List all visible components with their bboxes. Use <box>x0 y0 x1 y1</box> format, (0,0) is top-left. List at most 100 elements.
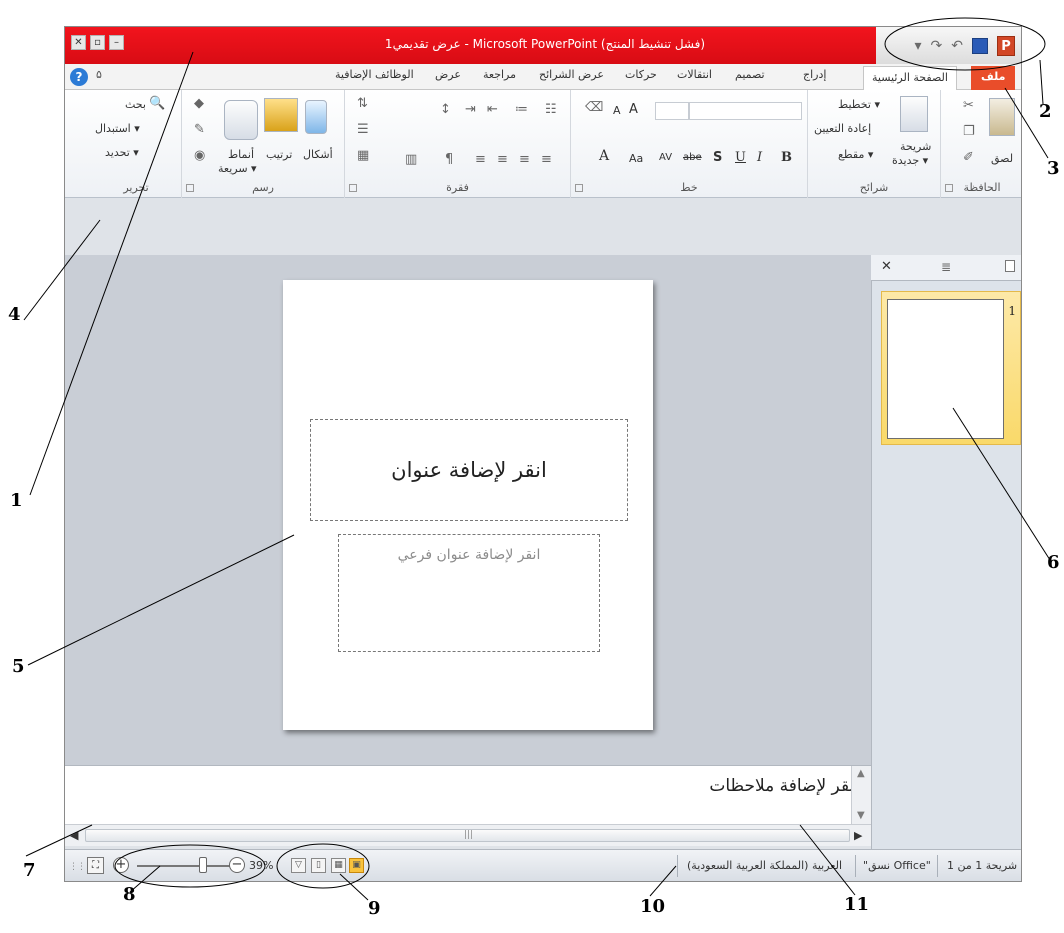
arrange-button[interactable]: ترتيب <box>266 148 292 161</box>
quick-styles-button[interactable]: أنماط <box>228 148 254 161</box>
select-button[interactable]: تحديد ▾ <box>105 146 139 159</box>
change-case-button[interactable]: Aa <box>629 152 643 165</box>
outline-tab-icon[interactable]: ≣ <box>941 260 951 274</box>
save-icon[interactable] <box>972 37 988 54</box>
new-slide-button[interactable]: شريحة <box>900 140 931 153</box>
tab-insert[interactable]: إدراج <box>803 68 826 81</box>
tab-slideshow[interactable]: عرض الشرائح <box>539 68 604 81</box>
grow-font-button[interactable]: A <box>629 102 638 117</box>
tab-home[interactable]: الصفحة الرئيسية <box>863 66 957 90</box>
close-button[interactable]: ✕ <box>71 35 86 50</box>
columns-icon[interactable]: ▥ <box>405 152 417 167</box>
horizontal-scroll-thumb[interactable]: ||| <box>85 829 850 842</box>
indent-icon[interactable]: ⇥ <box>465 102 476 117</box>
restore-button[interactable]: ▫ <box>90 35 105 50</box>
drawing-group: أشكال ترتيب أنماط سريعة ▾ ◆ ✎ ◉ رسم <box>181 90 344 198</box>
paste-button[interactable]: لصق <box>991 152 1013 165</box>
tab-view[interactable]: عرض <box>435 68 461 81</box>
zoom-slider-thumb[interactable] <box>199 857 207 873</box>
shadow-button[interactable]: S <box>713 150 722 165</box>
slide-canvas[interactable]: انقر لإضافة عنوان انقر لإضافة عنوان فرعي <box>283 280 653 730</box>
tab-design[interactable]: تصميم <box>735 68 765 81</box>
text-direction-icon[interactable]: ⇅ <box>357 96 368 111</box>
quick-styles-icon[interactable] <box>224 100 258 140</box>
new-slide-icon[interactable] <box>900 96 928 132</box>
align-text-icon[interactable]: ☰ <box>357 122 369 137</box>
tab-file[interactable]: ملف <box>971 66 1016 90</box>
font-size-box[interactable] <box>655 102 689 120</box>
shapes-icon[interactable] <box>305 100 327 134</box>
close-pane-icon[interactable]: ✕ <box>881 259 892 274</box>
bold-button[interactable]: B <box>781 150 792 165</box>
format-painter-icon[interactable]: ✐ <box>963 150 974 165</box>
align-left-icon[interactable]: ≡ <box>497 152 508 167</box>
horizontal-scrollbar[interactable]: ◀ ||| ▶ <box>65 824 871 846</box>
shape-outline-icon[interactable]: ✎ <box>194 122 205 137</box>
align-center-icon[interactable]: ≡ <box>519 152 530 167</box>
font-color-button[interactable]: A <box>599 148 609 164</box>
undo-icon[interactable]: ↶ <box>951 38 963 54</box>
fit-to-window-icon[interactable]: ⛶ <box>87 857 104 874</box>
clear-formatting-icon[interactable]: ⌫ <box>585 100 603 115</box>
reset-button[interactable]: إعادة التعيين <box>814 122 871 135</box>
minimize-ribbon-icon[interactable]: ۵ <box>96 68 102 81</box>
font-name-box[interactable] <box>689 102 802 120</box>
tab-review[interactable]: مراجعة <box>483 68 516 81</box>
scroll-right-icon[interactable]: ▶ <box>854 829 862 842</box>
strikethrough-button[interactable]: abe <box>683 152 702 163</box>
align-right-icon[interactable]: ≡ <box>541 152 552 167</box>
slide-show-view-icon[interactable]: ▽ <box>291 858 306 873</box>
outdent-icon[interactable]: ⇤ <box>487 102 498 117</box>
character-spacing-button[interactable]: AV <box>659 152 672 163</box>
scroll-up-icon[interactable]: ▲ <box>857 768 865 779</box>
paste-icon[interactable] <box>989 98 1015 136</box>
help-icon[interactable]: ? <box>70 68 88 86</box>
slide-thumbnail-1[interactable]: 1 <box>881 291 1021 445</box>
resize-grip-icon[interactable]: ⋮⋮ <box>69 862 86 872</box>
scroll-down-icon[interactable]: ▼ <box>857 810 865 821</box>
language-indicator[interactable]: العربية (المملكة العربية السعودية) <box>687 859 842 872</box>
tab-addins[interactable]: الوظائف الإضافية <box>335 68 414 81</box>
shape-effects-icon[interactable]: ◉ <box>194 148 205 163</box>
find-button[interactable]: بحث <box>125 98 146 111</box>
section-button[interactable]: مقطع ▾ <box>838 148 873 161</box>
customize-qat-icon[interactable]: ▾ <box>915 38 922 54</box>
tab-animations[interactable]: حركات <box>625 68 657 81</box>
subtitle-placeholder[interactable]: انقر لإضافة عنوان فرعي <box>338 534 600 652</box>
quick-styles-button-2[interactable]: سريعة ▾ <box>218 162 257 175</box>
rtl-icon[interactable]: ¶ <box>445 152 453 167</box>
replace-button[interactable]: استبدال ▾ <box>95 122 140 135</box>
zoom-level[interactable]: 39% <box>249 859 273 872</box>
smartart-icon[interactable]: ▦ <box>357 148 369 163</box>
underline-button[interactable]: U <box>735 150 746 165</box>
slides-tab-icon[interactable] <box>1005 260 1015 272</box>
title-placeholder[interactable]: انقر لإضافة عنوان <box>310 419 628 521</box>
tab-transitions[interactable]: انتقالات <box>677 68 712 81</box>
scroll-left-icon[interactable]: ◀ <box>70 829 78 842</box>
notes-placeholder[interactable]: انقر لإضافة ملاحظات <box>709 776 859 796</box>
numbering-icon[interactable]: ≔ <box>515 102 528 117</box>
shape-fill-icon[interactable]: ◆ <box>194 96 204 111</box>
minimize-button[interactable]: – <box>109 35 124 50</box>
shrink-font-button[interactable]: A <box>613 104 621 117</box>
justify-icon[interactable]: ≡ <box>475 152 486 167</box>
reading-view-icon[interactable]: ▯ <box>311 858 326 873</box>
new-slide-button-2[interactable]: جديدة ▾ <box>892 154 928 167</box>
zoom-in-button[interactable]: + <box>113 857 129 873</box>
powerpoint-logo-icon[interactable]: P <box>997 35 1015 56</box>
slide-sorter-view-icon[interactable]: ▦ <box>331 858 346 873</box>
arrange-icon[interactable] <box>264 98 298 132</box>
line-spacing-icon[interactable]: ↕ <box>440 102 451 117</box>
shapes-button[interactable]: أشكال <box>303 148 333 161</box>
italic-button[interactable]: I <box>757 150 762 165</box>
notes-pane[interactable]: انقر لإضافة ملاحظات ▲ ▼ <box>65 765 871 828</box>
layout-button[interactable]: تخطيط ▾ <box>838 98 880 111</box>
bullets-icon[interactable]: ☷ <box>545 102 557 117</box>
copy-icon[interactable]: ❐ <box>963 124 975 139</box>
zoom-out-button[interactable]: − <box>229 857 245 873</box>
cut-icon[interactable]: ✂ <box>963 98 974 113</box>
notes-vertical-scrollbar[interactable]: ▲ ▼ <box>851 766 871 828</box>
normal-view-icon[interactable]: ▣ <box>349 858 364 873</box>
zoom-slider-track[interactable] <box>137 865 243 867</box>
redo-icon[interactable]: ↷ <box>931 38 943 54</box>
